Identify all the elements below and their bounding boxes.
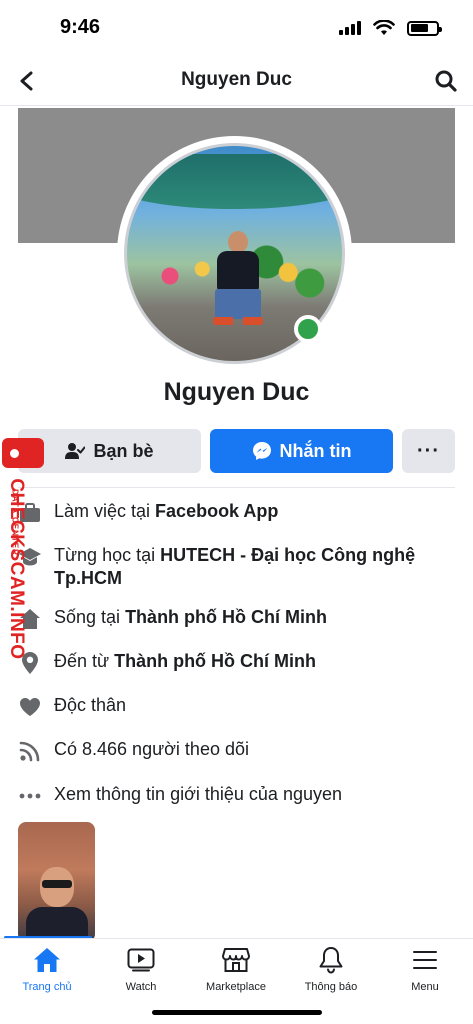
tab-menu-label: Menu bbox=[411, 981, 439, 993]
info-work-text: Làm việc tại Facebook App bbox=[54, 501, 279, 521]
message-button-label: Nhắn tin bbox=[279, 440, 352, 461]
tab-menu[interactable]: Menu bbox=[378, 945, 472, 993]
tab-marketplace[interactable]: Marketplace bbox=[189, 945, 283, 993]
friend-check-icon bbox=[65, 443, 86, 459]
tab-marketplace-label: Marketplace bbox=[206, 981, 266, 993]
info-from-text: Đến từ Thành phố Hồ Chí Minh bbox=[54, 651, 317, 671]
wifi-icon bbox=[373, 20, 395, 35]
watermark: DATA CENTER CHECKSCAM.INFO bbox=[2, 438, 50, 668]
featured-photo[interactable] bbox=[18, 822, 95, 942]
home-indicator[interactable] bbox=[152, 1010, 322, 1015]
messenger-icon bbox=[252, 442, 271, 460]
tab-home-label: Trang chủ bbox=[22, 981, 72, 993]
watermark-text: CHECKSCAM.INFO bbox=[6, 478, 27, 660]
info-see-about-text: Xem thông tin giới thiệu của nguyen bbox=[54, 784, 342, 804]
search-button[interactable] bbox=[431, 66, 461, 96]
bottom-tab-bar: Trang chủ Watch Marketplace Thông báo Me… bbox=[0, 938, 473, 1000]
info-education[interactable]: Từng học tại HUTECH - Đại học Công nghệ … bbox=[18, 544, 455, 590]
info-from[interactable]: Đến từ Thành phố Hồ Chí Minh bbox=[18, 650, 455, 675]
page-title: Nguyen Duc bbox=[181, 69, 292, 90]
shop-icon bbox=[221, 945, 251, 975]
heart-icon bbox=[18, 695, 42, 719]
status-time: 9:46 bbox=[60, 16, 101, 38]
tab-notifications[interactable]: Thông báo bbox=[284, 945, 378, 993]
info-relationship-text: Độc thân bbox=[54, 695, 127, 715]
status-bar: 9:46 bbox=[0, 0, 473, 56]
info-relationship[interactable]: Độc thân bbox=[18, 694, 455, 719]
message-button[interactable]: Nhắn tin bbox=[210, 429, 393, 473]
photo-canopy bbox=[127, 154, 342, 209]
video-play-icon bbox=[126, 945, 156, 975]
profile-actions: Bạn bè Nhắn tin ··· bbox=[18, 429, 455, 473]
profile-name: Nguyen Duc bbox=[163, 378, 310, 406]
info-followers-text: Có 8.466 người theo dõi bbox=[54, 739, 249, 759]
top-nav-bar: Nguyen Duc bbox=[0, 56, 473, 106]
bell-icon bbox=[316, 945, 346, 975]
tab-notifications-label: Thông báo bbox=[304, 981, 358, 993]
tab-watch[interactable]: Watch bbox=[94, 945, 188, 993]
ellipsis-icon bbox=[18, 784, 42, 808]
battery-icon bbox=[407, 20, 442, 36]
info-lives[interactable]: Sống tại Thành phố Hồ Chí Minh bbox=[18, 606, 455, 631]
rss-icon bbox=[18, 739, 42, 763]
tab-home[interactable]: Trang chủ bbox=[0, 945, 94, 993]
info-followers[interactable]: Có 8.466 người theo dõi bbox=[18, 738, 455, 763]
lock-icon bbox=[2, 438, 44, 468]
hamburger-icon bbox=[410, 945, 440, 975]
info-work[interactable]: Làm việc tại Facebook App bbox=[18, 500, 455, 525]
search-icon bbox=[435, 70, 457, 92]
divider bbox=[18, 487, 455, 488]
battery-fill bbox=[410, 24, 428, 32]
more-options-button[interactable]: ··· bbox=[402, 429, 455, 473]
info-see-about[interactable]: Xem thông tin giới thiệu của nguyen bbox=[18, 783, 455, 808]
tab-watch-label: Watch bbox=[125, 981, 157, 993]
friends-button-label: Bạn bè bbox=[93, 440, 154, 461]
status-icons bbox=[339, 20, 442, 36]
online-status-indicator bbox=[294, 315, 322, 343]
cellular-signal-icon bbox=[339, 21, 361, 35]
photo-person bbox=[213, 231, 263, 326]
info-education-text: Từng học tại HUTECH - Đại học Công nghệ … bbox=[54, 545, 416, 588]
ellipsis-icon: ··· bbox=[417, 439, 440, 462]
info-lives-text: Sống tại Thành phố Hồ Chí Minh bbox=[54, 607, 328, 627]
home-icon bbox=[32, 945, 62, 975]
